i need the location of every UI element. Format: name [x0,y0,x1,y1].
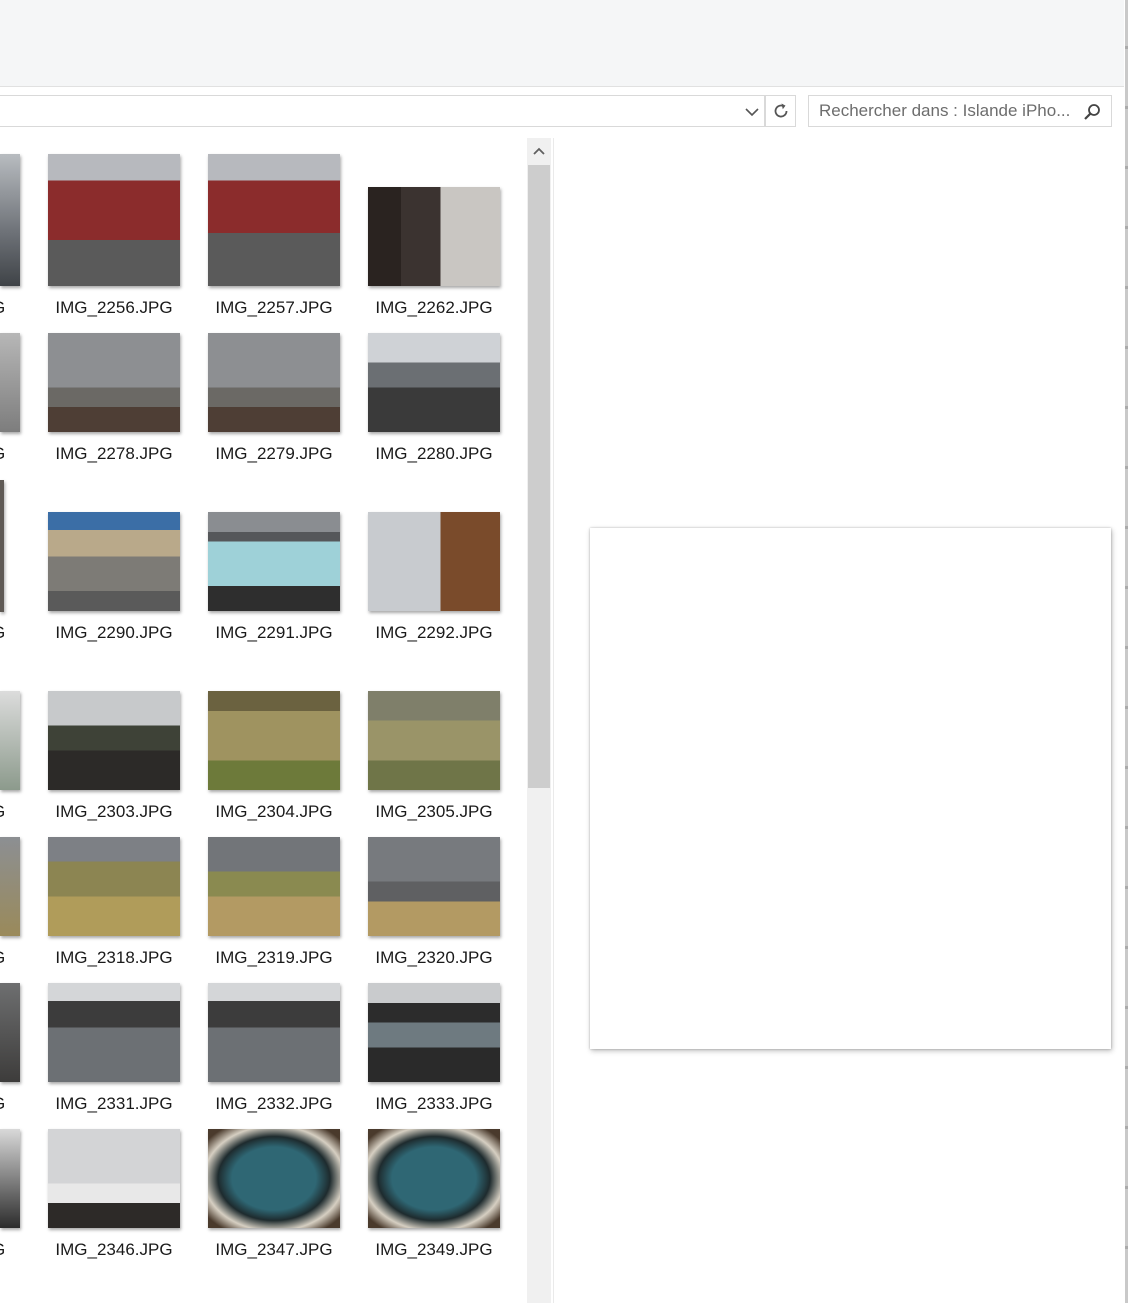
file-name-label: IMG_2257.JPG [215,298,333,317]
refresh-button[interactable] [765,95,796,127]
file-name-label: IMG_2319.JPG [215,948,333,967]
file-name-label: IMG_2332.JPG [215,1094,333,1113]
partial-label: G [0,1094,12,1114]
file-name-label: IMG_2278.JPG [55,444,173,463]
file-name-label: IMG_2262.JPG [375,298,493,317]
partial-thumbnail[interactable] [0,333,20,432]
file-name-label: IMG_2318.JPG [55,948,173,967]
file-name-label: IMG_2256.JPG [55,298,173,317]
thumbnail[interactable] [208,512,340,611]
chevron-down-icon [745,108,759,117]
file-name-label: IMG_2305.JPG [375,802,493,821]
partial-label: G [0,802,12,822]
thumbnail[interactable] [48,154,180,286]
thumbnail[interactable] [368,187,500,286]
partial-label: G [0,1240,12,1260]
file-name-label: IMG_2280.JPG [375,444,493,463]
thumbnail[interactable] [208,333,340,432]
file-name-label: IMG_2292.JPG [375,623,493,642]
thumbnail[interactable] [368,983,500,1082]
partial-thumbnail[interactable] [0,691,20,790]
partial-label: G [0,623,12,643]
thumbnail[interactable] [48,837,180,936]
partial-thumbnail[interactable] [0,1129,20,1228]
thumbnail[interactable] [368,1129,500,1228]
file-name-label: IMG_2303.JPG [55,802,173,821]
vertical-scrollbar[interactable] [527,138,551,1303]
search-box[interactable] [808,95,1112,127]
thumbnail[interactable] [208,154,340,286]
thumbnail[interactable] [368,691,500,790]
file-name-label: IMG_2291.JPG [215,623,333,642]
ribbon [0,0,1124,87]
file-name-label: IMG_2320.JPG [375,948,493,967]
partial-label: G [0,948,12,968]
partial-thumbnail[interactable] [0,837,20,936]
preview-pane [553,138,1125,1303]
chevron-up-icon [533,147,545,155]
thumbnail[interactable] [48,983,180,1082]
partial-thumbnail[interactable] [0,480,4,612]
thumbnail[interactable] [368,512,500,611]
refresh-icon [774,103,787,118]
file-name-label: IMG_2347.JPG [215,1240,333,1259]
scroll-thumb[interactable] [528,165,550,788]
search-icon[interactable] [1082,102,1102,122]
file-name-label: IMG_2346.JPG [55,1240,173,1259]
file-view[interactable]: G G G G G G G IMG_2256.JPG IMG_2257.JPG IM… [0,138,525,1303]
partial-label: G [0,444,12,464]
file-name-label: IMG_2333.JPG [375,1094,493,1113]
file-name-label: IMG_2304.JPG [215,802,333,821]
thumbnail[interactable] [208,691,340,790]
file-name-label: IMG_2279.JPG [215,444,333,463]
thumbnail[interactable] [208,1129,340,1228]
thumbnail[interactable] [48,1129,180,1228]
thumbnail[interactable] [48,691,180,790]
thumbnail[interactable] [48,333,180,432]
thumbnail[interactable] [368,837,500,936]
thumbnail[interactable] [48,512,180,611]
thumbnail[interactable] [208,983,340,1082]
partial-thumbnail[interactable] [0,983,20,1082]
thumbnail[interactable] [208,837,340,936]
preview-image [590,528,1111,1049]
address-bar[interactable] [0,95,765,127]
partial-thumbnail[interactable] [0,154,20,286]
search-input[interactable] [819,100,1074,122]
thumbnail[interactable] [368,333,500,432]
address-dropdown-button[interactable] [740,100,764,124]
scroll-up-button[interactable] [527,138,551,164]
file-name-label: IMG_2349.JPG [375,1240,493,1259]
file-name-label: IMG_2331.JPG [55,1094,173,1113]
partial-label: G [0,298,12,318]
file-name-label: IMG_2290.JPG [55,623,173,642]
